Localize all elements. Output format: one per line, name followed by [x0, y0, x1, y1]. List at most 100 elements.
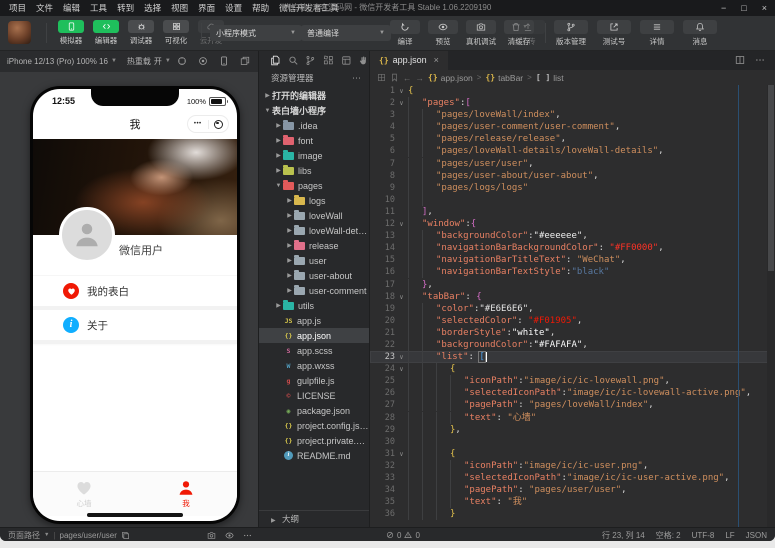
code-line-29[interactable]: 29},	[370, 423, 775, 436]
code-line-18[interactable]: 18 ∨ "tabBar": {	[370, 290, 775, 303]
tree-item-project.private.config.js...[interactable]: {} project.private.config.js...	[259, 433, 369, 448]
close-button[interactable]: ×	[762, 0, 767, 16]
tree-item-utils[interactable]: ▶ utils	[259, 298, 369, 313]
code-line-1[interactable]: 1 ∨{	[370, 85, 775, 97]
tab-app-json[interactable]: {} app.json ×	[370, 50, 448, 70]
more-dots-icon[interactable]: •••	[188, 117, 208, 131]
editor-scrollbar[interactable]	[767, 85, 775, 527]
camera-icon[interactable]	[207, 531, 216, 540]
code-line-15[interactable]: 15 "navigationBarTitleText": "WeChat",	[370, 254, 775, 267]
模拟器-button[interactable]: 模拟器	[56, 20, 86, 46]
code-line-9[interactable]: 9 "pages/logs/logs"	[370, 181, 775, 194]
code-line-30[interactable]: 30	[370, 435, 775, 448]
eye-icon[interactable]	[225, 531, 234, 540]
tree-item-project.config.json[interactable]: {} project.config.json	[259, 418, 369, 433]
user-avatar-circle[interactable]	[59, 207, 115, 263]
tree-item-gulpfile.js[interactable]: g gulpfile.js	[259, 373, 369, 388]
code-line-10[interactable]: 10	[370, 193, 775, 206]
close-tab-icon[interactable]: ×	[434, 55, 439, 65]
tree-item-user-comment[interactable]: ▶ user-comment	[259, 283, 369, 298]
code-area[interactable]: 1 ∨{2 ∨ "pages":[3 "pages/loveWall/index", 4 "…	[370, 85, 775, 527]
language-mode[interactable]: JSON	[746, 531, 767, 540]
breadcrumb-item-tabBar[interactable]: {} tabBar	[485, 73, 523, 83]
menu-转到[interactable]: 转到	[112, 0, 139, 16]
tree-item-README.md[interactable]: i README.md	[259, 448, 369, 463]
more-icon[interactable]	[755, 55, 765, 65]
tree-item-app.wxss[interactable]: Wapp.wxss	[259, 358, 369, 373]
code-line-3[interactable]: 3 "pages/loveWall/index",	[370, 109, 775, 122]
code-line-6[interactable]: 6 "pages/loveWall-details/loveWall-detail…	[370, 145, 775, 158]
code-line-24[interactable]: 24 ∨{	[370, 363, 775, 376]
预览-button[interactable]: 预览	[428, 20, 458, 47]
menu-设置[interactable]: 设置	[220, 0, 247, 16]
tree-item-libs[interactable]: ▶ libs	[259, 163, 369, 178]
code-line-28[interactable]: 28 "text": "心墙"	[370, 411, 775, 424]
fold-chevron-icon[interactable]: ∨	[395, 351, 408, 363]
tree-item-release[interactable]: ▶ release	[259, 238, 369, 253]
code-line-25[interactable]: 25 "iconPath":"image/ic/ic-lovewall.png",	[370, 375, 775, 388]
encoding-setting[interactable]: UTF-8	[692, 531, 715, 540]
编辑器-button[interactable]: 编辑器	[91, 20, 121, 46]
code-line-19[interactable]: 19 "color":"#E6E6E6",	[370, 302, 775, 315]
tree-item-表白墙小程序[interactable]: ▼ 表白墙小程序	[259, 103, 369, 118]
上传-button[interactable]: 上传	[511, 20, 545, 47]
more-actions-icon[interactable]: ⋯	[352, 70, 361, 87]
tabbar-item-心墙[interactable]: 心墙	[33, 472, 135, 516]
extensions-icon[interactable]	[323, 55, 334, 66]
tree-item-打开的编辑器[interactable]: ▶ 打开的编辑器	[259, 88, 369, 103]
code-line-35[interactable]: 35 "text": "我"	[370, 496, 775, 509]
menu-帮助[interactable]: 帮助	[247, 0, 274, 16]
tree-item-pages[interactable]: ▼ pages	[259, 178, 369, 193]
tree-item-user-about[interactable]: ▶ user-about	[259, 268, 369, 283]
breadcrumb-item-app.json[interactable]: {} app.json	[428, 73, 473, 83]
tree-item-image[interactable]: ▶ image	[259, 148, 369, 163]
tree-item-package.json[interactable]: ◉ package.json	[259, 403, 369, 418]
fold-chevron-icon[interactable]: ∨	[395, 218, 408, 230]
消息-button[interactable]: 消息	[683, 20, 717, 47]
menu-视图[interactable]: 视图	[166, 0, 193, 16]
forward-arrow-icon[interactable]: →	[416, 73, 425, 83]
menu-文件[interactable]: 文件	[31, 0, 58, 16]
code-line-26[interactable]: 26 "selectedIconPath":"image/ic/ic-lovewa…	[370, 387, 775, 400]
device-select[interactable]: iPhone 12/13 (Pro) 100% 16 ▼	[7, 57, 117, 66]
copy-icon[interactable]	[121, 531, 130, 540]
code-line-20[interactable]: 20 "selectedColor": "#F01905",	[370, 314, 775, 327]
code-line-13[interactable]: 13 "backgroundColor":"#eeeeee",	[370, 230, 775, 243]
compass-icon[interactable]	[177, 56, 187, 66]
bookmark-icon[interactable]	[390, 73, 399, 82]
more-icon[interactable]	[243, 531, 252, 540]
wechat-capsule[interactable]: •••	[187, 115, 229, 133]
code-line-34[interactable]: 34 "pagePath": "pages/user/user",	[370, 484, 775, 497]
split-icon[interactable]	[735, 55, 745, 65]
tree-item-app.json[interactable]: {} app.json	[259, 328, 369, 343]
box-icon[interactable]	[341, 55, 352, 66]
可视化-button[interactable]: 可视化	[161, 20, 191, 46]
code-line-17[interactable]: 17},	[370, 278, 775, 291]
scrollbar-thumb[interactable]	[768, 85, 774, 271]
详情-button[interactable]: 详情	[640, 20, 674, 47]
code-line-23[interactable]: 23 ∨ "list": [	[370, 351, 775, 364]
tree-item-logs[interactable]: ▶ logs	[259, 193, 369, 208]
调试器-button[interactable]: 调试器	[126, 20, 156, 46]
code-line-36[interactable]: 36}	[370, 508, 775, 521]
tree-item-font[interactable]: ▶ font	[259, 133, 369, 148]
code-line-32[interactable]: 32 "iconPath":"image/ic/ic-user.png",	[370, 459, 775, 472]
code-line-31[interactable]: 31 ∨{	[370, 447, 775, 460]
code-line-7[interactable]: 7 "pages/user/user",	[370, 157, 775, 170]
tree-item-LICENSE[interactable]: © LICENSE	[259, 388, 369, 403]
code-line-2[interactable]: 2 ∨ "pages":[	[370, 97, 775, 110]
minimize-button[interactable]: −	[721, 0, 726, 16]
problems-segment[interactable]: 0 0	[386, 528, 420, 541]
fold-chevron-icon[interactable]: ∨	[395, 85, 408, 97]
tree-item-user[interactable]: ▶ user	[259, 253, 369, 268]
fold-chevron-icon[interactable]: ∨	[395, 448, 408, 460]
windows-icon[interactable]	[240, 56, 250, 66]
grid2-icon[interactable]	[377, 73, 386, 82]
menu-选择[interactable]: 选择	[139, 0, 166, 16]
indent-setting[interactable]: 空格: 2	[656, 530, 681, 541]
outline-section[interactable]: ▶ 大纲	[259, 510, 369, 527]
menu-界面[interactable]: 界面	[193, 0, 220, 16]
page-path-label[interactable]: 页面路径	[8, 530, 40, 541]
branch-icon[interactable]	[305, 55, 316, 66]
mode-select[interactable]: 小程序模式 ▼	[210, 25, 302, 41]
